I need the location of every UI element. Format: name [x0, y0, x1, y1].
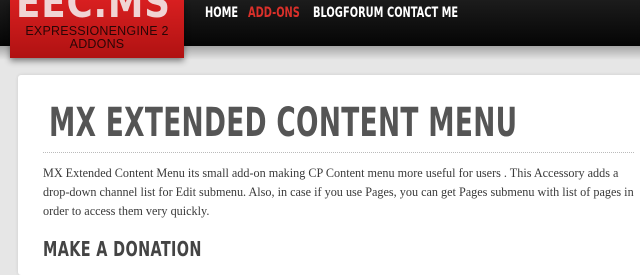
- title-divider: [43, 152, 634, 153]
- nav-contact-me[interactable]: CONTACT ME: [387, 5, 458, 21]
- main-nav: HOME ADD-ONS BLOG FORUM CONTACT ME: [205, 0, 498, 26]
- nav-forum[interactable]: FORUM: [343, 5, 383, 21]
- logo-subtitle-line2: ADDONS: [69, 37, 125, 51]
- page-title: MX EXTENDED CONTENT MENU: [49, 100, 518, 146]
- addon-description: MX Extended Content Menu its small add-o…: [43, 166, 634, 218]
- nav-home[interactable]: HOME: [205, 5, 238, 21]
- nav-add-ons[interactable]: ADD-ONS: [248, 5, 300, 21]
- logo-title: EEC.MS: [16, 0, 171, 27]
- nav-blog[interactable]: BLOG: [313, 5, 343, 21]
- donation-heading: MAKE A DONATION: [43, 237, 202, 261]
- site-logo[interactable]: EEC.MS EXPRESSIONENGINE 2 ADDONS: [10, 0, 184, 58]
